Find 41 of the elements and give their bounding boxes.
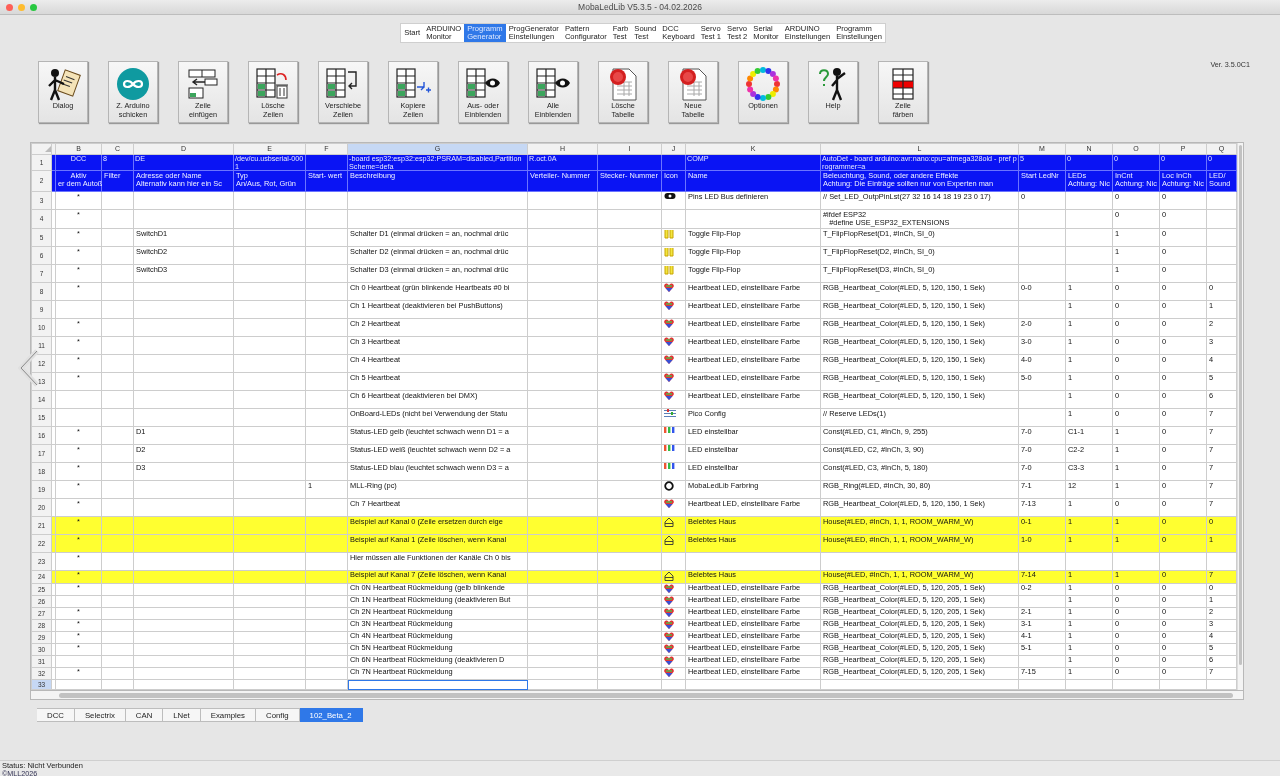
- heart-icon: [664, 620, 674, 629]
- corner-triangle-icon: [45, 146, 51, 152]
- house-icon: [664, 517, 674, 527]
- selected-cell[interactable]: [347, 679, 528, 690]
- house-icon: [664, 535, 674, 545]
- heart-icon: [664, 632, 674, 641]
- heart-icon: [664, 608, 674, 617]
- heart-icon: [664, 656, 674, 665]
- window-title: MobaLedLib V5.3.5 - 04.02.2026: [578, 2, 702, 12]
- pill-icon: [664, 192, 676, 200]
- house-icon: [664, 571, 674, 581]
- horizontal-scrollbar[interactable]: [30, 691, 1244, 701]
- led-bars-icon: [664, 445, 675, 451]
- heart-icon: [664, 499, 674, 508]
- table-insert-icon: [185, 66, 221, 102]
- zoom-button[interactable]: [30, 3, 37, 11]
- heart-icon: [664, 355, 674, 364]
- table-trash-icon: [255, 66, 291, 102]
- heart-icon: [664, 283, 674, 292]
- close-button[interactable]: [6, 3, 13, 11]
- heart-icon: [664, 319, 674, 328]
- ring-icon: [664, 481, 674, 491]
- heart-icon: [664, 391, 674, 400]
- color-ring-icon: [745, 66, 781, 102]
- sliders-icon: [664, 409, 676, 418]
- chevron-left-icon[interactable]: [18, 349, 40, 387]
- switch-icon: [664, 247, 674, 257]
- heart-icon: [664, 337, 674, 346]
- heart-icon: [664, 373, 674, 382]
- led-bars-icon: [664, 463, 675, 469]
- heart-icon: [664, 301, 674, 310]
- infinity-icon: [115, 66, 151, 102]
- vertical-scrollbar[interactable]: [1237, 143, 1243, 691]
- minimize-button[interactable]: [18, 3, 25, 11]
- heart-icon: [664, 584, 674, 593]
- switch-icon: [664, 229, 674, 239]
- heart-icon: [664, 644, 674, 653]
- switch-icon: [664, 265, 674, 275]
- heart-icon: [664, 668, 674, 677]
- led-bars-icon: [664, 427, 675, 433]
- heart-icon: [664, 596, 674, 605]
